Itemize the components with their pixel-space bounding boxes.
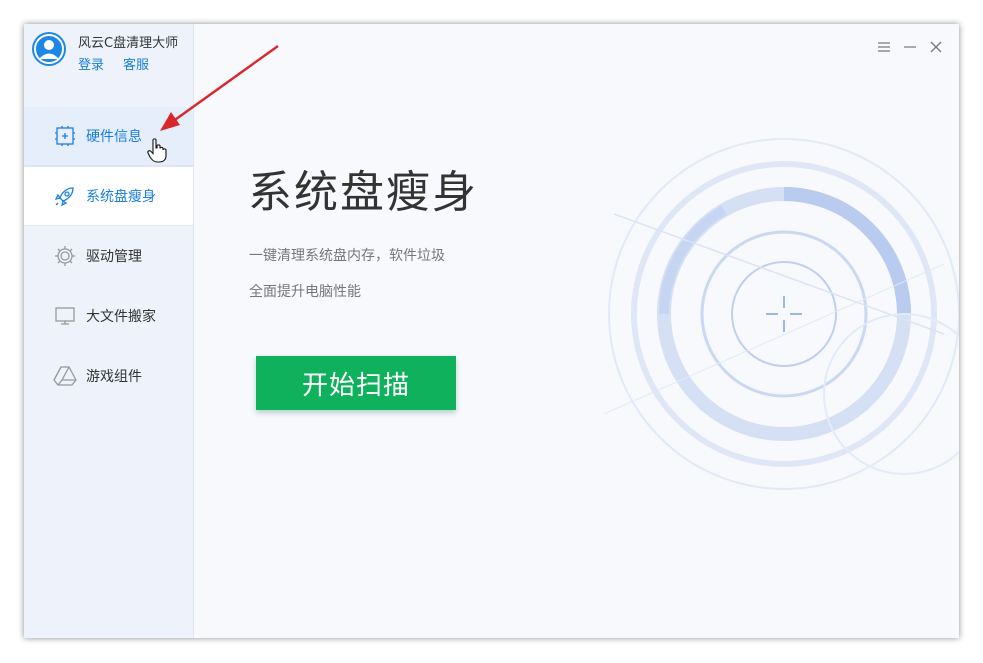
description-line-1: 一键清理系统盘内存，软件垃圾 (249, 248, 445, 264)
sidebar-item-system-slim[interactable]: 系统盘瘦身 (24, 166, 193, 226)
start-scan-button[interactable]: 开始扫描 (256, 356, 456, 410)
rocket-icon (52, 183, 78, 209)
sidebar-item-label: 硬件信息 (86, 129, 142, 145)
sidebar-item-game-components[interactable]: 游戏组件 (24, 347, 193, 405)
sidebar-item-label: 游戏组件 (86, 369, 142, 385)
customer-service-link[interactable]: 客服 (123, 54, 149, 73)
sidebar: 风云C盘清理大师 登录 客服 硬件信息 系统盘瘦身 驱动管理 大文件搬家 游戏组… (24, 24, 194, 638)
drive-icon (52, 363, 78, 389)
app-window: 风云C盘清理大师 登录 客服 硬件信息 系统盘瘦身 驱动管理 大文件搬家 游戏组… (24, 24, 959, 638)
close-icon[interactable] (927, 38, 945, 56)
sidebar-item-label: 系统盘瘦身 (86, 189, 156, 205)
window-controls (875, 38, 945, 56)
minimize-icon[interactable] (901, 38, 919, 56)
sidebar-item-hardware-info[interactable]: 硬件信息 (24, 107, 193, 166)
sidebar-item-large-file-move[interactable]: 大文件搬家 (24, 287, 193, 345)
description-line-2: 全面提升电脑性能 (249, 284, 361, 300)
sidebar-item-label: 大文件搬家 (86, 309, 156, 325)
page-title: 系统盘瘦身 (248, 167, 478, 218)
hardware-icon (52, 123, 78, 149)
menu-icon[interactable] (875, 38, 893, 56)
gear-icon (52, 243, 78, 269)
sidebar-item-label: 驱动管理 (86, 249, 142, 265)
avatar-icon[interactable] (32, 32, 66, 66)
app-title: 风云C盘清理大师 (78, 36, 179, 51)
user-profile: 风云C盘清理大师 登录 客服 (24, 24, 193, 104)
monitor-icon (52, 303, 78, 329)
disk-decoration-graphic (603, 138, 959, 490)
login-link[interactable]: 登录 (78, 54, 104, 73)
sidebar-item-driver-management[interactable]: 驱动管理 (24, 227, 193, 285)
